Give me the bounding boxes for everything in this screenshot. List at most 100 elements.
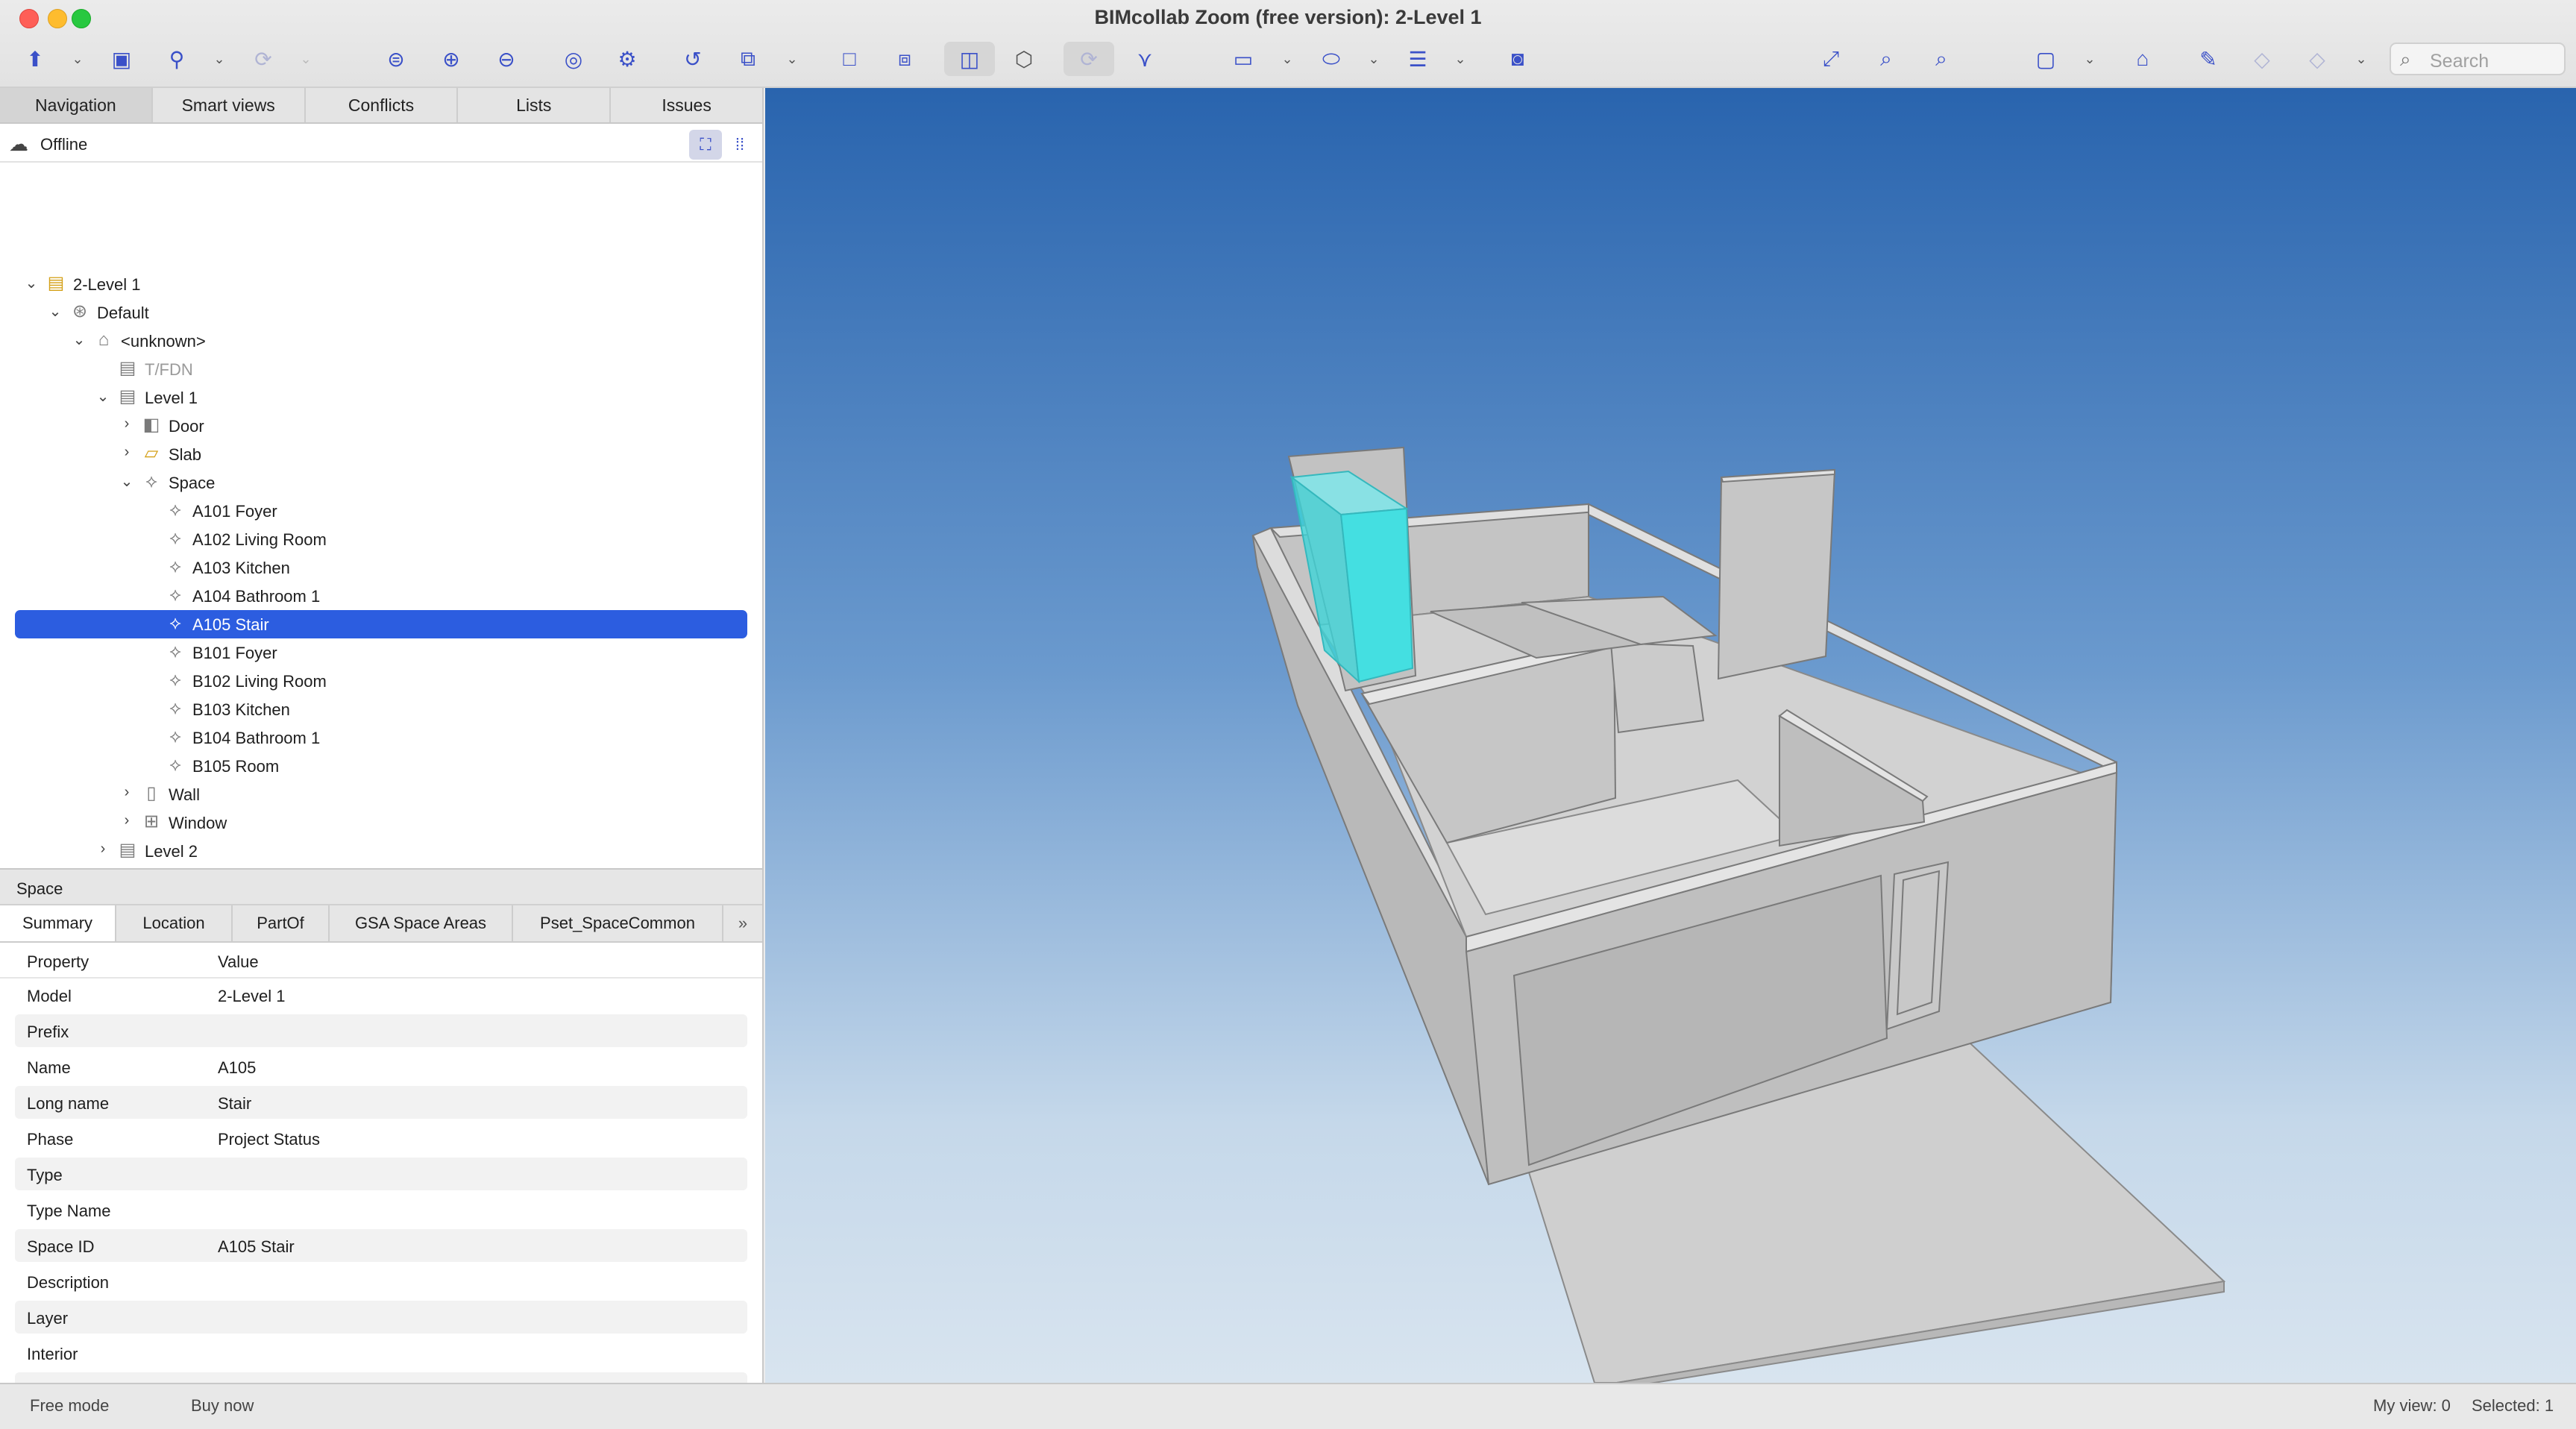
ellipse-icon[interactable]: ⬭ xyxy=(1316,42,1347,76)
transparent-icon[interactable]: ⧉ xyxy=(732,42,764,76)
tree-item[interactable]: › ▤ Level 2 xyxy=(15,837,747,865)
lines-icon[interactable]: ☰ xyxy=(1402,42,1433,76)
chevron-right-icon[interactable]: › xyxy=(118,444,136,461)
chevron-down-icon[interactable]: ⌄ xyxy=(94,387,112,406)
orbit-icon[interactable]: ⟳ xyxy=(1064,42,1114,76)
add-issue-icon[interactable]: ✎ xyxy=(2193,42,2224,76)
tree-item[interactable]: ⟡ B104 Bathroom 1 xyxy=(15,723,747,752)
chevron-right-icon[interactable]: › xyxy=(118,415,136,433)
remove-icon[interactable]: ⊖ xyxy=(491,42,522,76)
buy-now-link[interactable]: Buy now xyxy=(191,1396,254,1416)
more-tabs-icon[interactable]: » xyxy=(723,905,762,941)
eraser-menu-chevron-icon[interactable]: ⌄ xyxy=(2352,42,2370,76)
fit-icon[interactable]: ⤢ xyxy=(1815,42,1847,76)
tab-pset-spacecommon[interactable]: Pset_SpaceCommon xyxy=(513,905,723,941)
tree-item[interactable]: ⌄ ▤ 2-Level 1 xyxy=(15,270,747,298)
property-table: Property Value Model 2-Level 1 Prefix Name A… xyxy=(0,943,762,1429)
tree-item[interactable]: ⌄ ▤ Level 1 xyxy=(15,383,747,412)
property-row[interactable]: Model 2-Level 1 xyxy=(15,979,747,1011)
zoom-selection-icon[interactable]: ⌕ xyxy=(1926,42,1957,76)
chevron-down-icon[interactable]: ⌄ xyxy=(70,330,88,349)
tree-item[interactable]: › ▱ Slab xyxy=(15,440,747,468)
open-icon[interactable]: ⬆ xyxy=(19,42,51,76)
isolate-icon[interactable]: ⊜ xyxy=(380,42,412,76)
property-row[interactable]: Description xyxy=(15,1265,747,1298)
connect-menu-chevron-icon[interactable]: ⌄ xyxy=(210,42,228,76)
property-row[interactable]: Prefix xyxy=(15,1014,747,1047)
chevron-right-icon[interactable]: › xyxy=(94,841,112,858)
property-key: Space ID xyxy=(27,1237,95,1256)
property-row[interactable]: Layer xyxy=(15,1301,747,1334)
property-row[interactable]: Space ID A105 Stair xyxy=(15,1229,747,1262)
section-box-icon[interactable]: ⧈ xyxy=(889,42,920,76)
property-row[interactable]: Name A105 xyxy=(15,1050,747,1083)
open-menu-chevron-icon[interactable]: ⌄ xyxy=(69,42,87,76)
clip-icon[interactable]: ◫ xyxy=(944,42,995,76)
property-row[interactable]: Type Name xyxy=(15,1193,747,1226)
building-model[interactable] xyxy=(765,88,2576,1383)
tree-item[interactable]: ⟡ B103 Kitchen xyxy=(15,695,747,723)
property-row[interactable]: Long name Stair xyxy=(15,1086,747,1119)
zoom-icon[interactable]: ⌕ xyxy=(1870,42,1902,76)
building-icon: ⌂ xyxy=(98,330,110,350)
tree-item[interactable]: ⟡ A103 Kitchen xyxy=(15,553,747,582)
floorplan-icon[interactable]: ⌂ xyxy=(2127,42,2158,76)
3d-viewport[interactable] xyxy=(765,88,2576,1383)
tag-icon[interactable]: ◇ xyxy=(2246,42,2278,76)
chevron-down-icon[interactable]: ⌄ xyxy=(46,302,64,321)
box-select-icon[interactable]: □ xyxy=(834,42,865,76)
layout-menu-chevron-icon[interactable]: ⌄ xyxy=(2081,42,2099,76)
tree-item[interactable]: ⌄ ⌂ <unknown> xyxy=(15,327,747,355)
tree-item[interactable]: › ▯ Wall xyxy=(15,780,747,808)
chevron-right-icon[interactable]: › xyxy=(118,784,136,801)
tree-item[interactable]: ⟡ A102 Living Room xyxy=(15,525,747,553)
property-key: Type Name xyxy=(27,1202,111,1220)
tree-item[interactable]: ⟡ B102 Living Room xyxy=(15,667,747,695)
tree-item[interactable]: › ⊞ Window xyxy=(15,808,747,837)
tab-partof[interactable]: PartOf xyxy=(233,905,330,941)
tree-item[interactable]: ⟡ A101 Foyer xyxy=(15,497,747,525)
save-icon[interactable]: ▣ xyxy=(106,42,137,76)
tab-summary[interactable]: Summary xyxy=(0,905,116,941)
chevron-right-icon[interactable]: › xyxy=(118,812,136,829)
sync-menu-chevron-icon[interactable]: ⌄ xyxy=(297,42,315,76)
value-column-header: Value xyxy=(218,952,259,971)
measure-menu-chevron-icon[interactable]: ⌄ xyxy=(1278,42,1296,76)
property-row[interactable]: Interior xyxy=(15,1337,747,1369)
tree-item[interactable]: ⌄ ⟡ Space xyxy=(15,468,747,497)
reset-icon[interactable]: ↺ xyxy=(677,42,709,76)
property-row[interactable]: Type xyxy=(15,1158,747,1190)
lines-menu-chevron-icon[interactable]: ⌄ xyxy=(1451,42,1469,76)
search-input[interactable]: ⌕ Search xyxy=(2390,43,2566,75)
hide-icon[interactable]: ◎ xyxy=(558,42,589,76)
ellipse-menu-chevron-icon[interactable]: ⌄ xyxy=(1365,42,1383,76)
measure-icon[interactable]: ▭ xyxy=(1228,42,1259,76)
transparent-menu-chevron-icon[interactable]: ⌄ xyxy=(783,42,801,76)
eraser-icon[interactable]: ◇ xyxy=(2302,42,2333,76)
chevron-down-icon[interactable]: ⌄ xyxy=(22,274,40,292)
tree-item-label: B102 Living Room xyxy=(192,672,327,691)
tree-item[interactable]: ⟡ B105 Room xyxy=(15,752,747,780)
show-all-icon[interactable]: ⚙ xyxy=(612,42,643,76)
tab-location[interactable]: Location xyxy=(116,905,233,941)
space-icon: ⟡ xyxy=(169,670,181,690)
tree-item[interactable]: ▤ T/FDN xyxy=(15,355,747,383)
sync-icon[interactable]: ⟳ xyxy=(248,42,279,76)
property-row[interactable]: Phase Project Status xyxy=(15,1122,747,1155)
tree-item[interactable]: ⟡ A104 Bathroom 1 xyxy=(15,582,747,610)
tree-item[interactable]: ⌄ ⊛ Default xyxy=(15,298,747,327)
tree-item[interactable]: › ◧ Door xyxy=(15,412,747,440)
tree-item[interactable]: ⟡ B101 Foyer xyxy=(15,638,747,667)
space-icon: ⟡ xyxy=(169,613,181,633)
cube-view-icon[interactable]: ⬡ xyxy=(1008,42,1040,76)
space-icon: ⟡ xyxy=(169,528,181,548)
layout-icon[interactable]: ▢ xyxy=(2030,42,2061,76)
add-icon[interactable]: ⊕ xyxy=(436,42,467,76)
connect-icon[interactable]: ⚲ xyxy=(161,42,192,76)
render-icon[interactable]: ◙ xyxy=(1502,42,1533,76)
property-value: A105 Stair xyxy=(218,1237,295,1256)
walk-icon[interactable]: ⋎ xyxy=(1129,42,1160,76)
tree-item[interactable]: ⟡ A105 Stair xyxy=(15,610,747,638)
tab-gsa-space-areas[interactable]: GSA Space Areas xyxy=(330,905,513,941)
chevron-down-icon[interactable]: ⌄ xyxy=(118,472,136,491)
